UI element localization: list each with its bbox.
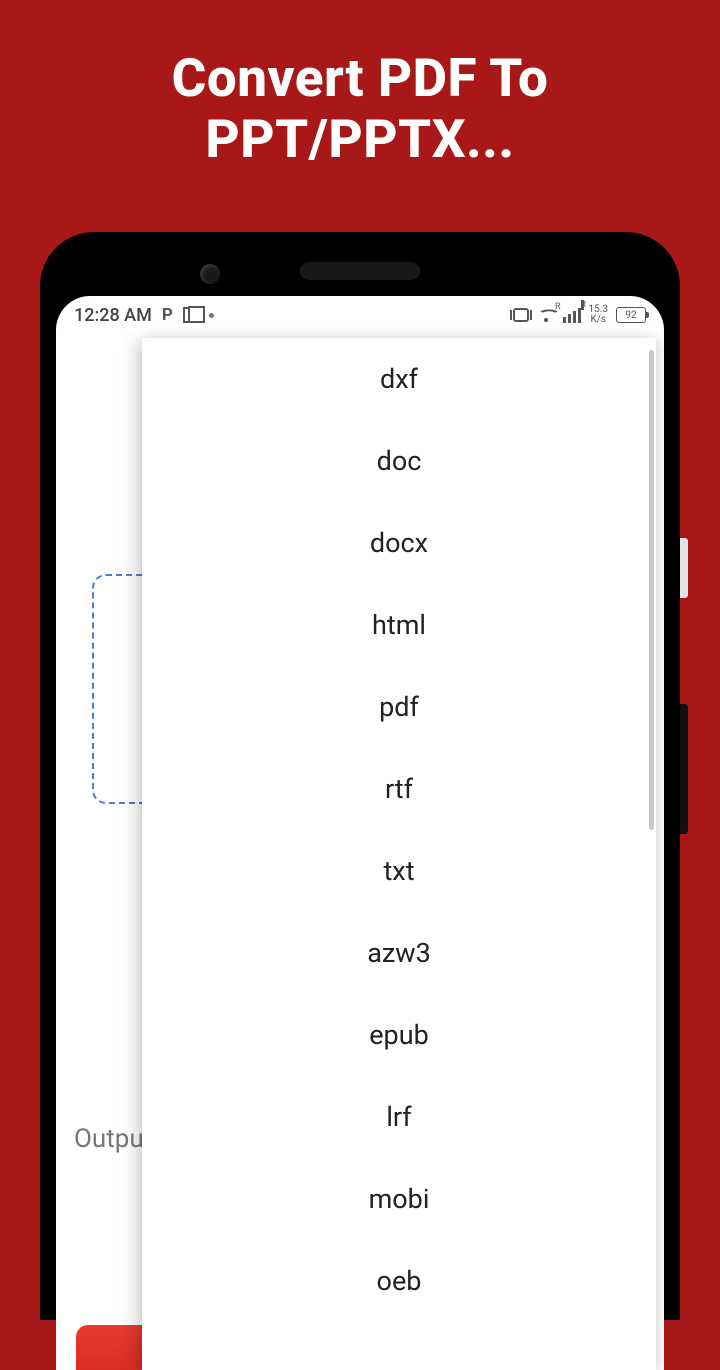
promo-headline: Convert PDF To PPT/PPTX... <box>0 0 720 170</box>
format-option-lrf[interactable]: lrf <box>142 1076 656 1158</box>
format-option-label: txt <box>383 855 414 887</box>
phone-side-button-lower <box>680 704 688 834</box>
notification-more-dot-icon <box>209 313 214 318</box>
battery-level: 92 <box>625 310 636 321</box>
format-option-label: lrf <box>386 1101 411 1133</box>
format-option-label: azw3 <box>367 937 431 969</box>
notification-app-icon <box>183 307 199 323</box>
app-content: Outpu dxf doc docx html pdf rtf txt azw3… <box>56 334 664 1370</box>
format-option-txt[interactable]: txt <box>142 830 656 912</box>
format-option-epub[interactable]: epub <box>142 994 656 1076</box>
signal-bars-icon: R <box>563 308 581 323</box>
format-option-rtf[interactable]: rtf <box>142 748 656 830</box>
format-option-doc[interactable]: doc <box>142 420 656 502</box>
format-option-mobi[interactable]: mobi <box>142 1158 656 1240</box>
format-option-label: rtf <box>385 773 413 805</box>
promo-line-2: PPT/PPTX... <box>0 109 720 170</box>
format-option-dxf[interactable]: dxf <box>142 338 656 420</box>
format-option-label: doc <box>377 445 422 477</box>
format-option-label: html <box>372 609 426 641</box>
status-bar-right: R R 15.3 K/s 92 <box>513 305 647 325</box>
phone-device-frame: 12:28 AM P R R 15.3 K/s 92 <box>40 232 680 1320</box>
network-rate: 15.3 K/s <box>589 305 609 325</box>
format-option-label: epub <box>369 1019 429 1051</box>
format-option-html[interactable]: html <box>142 584 656 666</box>
format-option-label: oeb <box>377 1265 422 1297</box>
format-option-label: docx <box>370 527 428 559</box>
output-format-label-partial: Outpu <box>74 1124 144 1154</box>
status-time: 12:28 AM <box>74 305 152 326</box>
promo-line-1: Convert PDF To <box>0 48 720 109</box>
dropdown-scrollbar[interactable] <box>649 350 654 830</box>
format-option-label: dxf <box>380 363 418 395</box>
phone-side-button-upper <box>680 538 688 598</box>
wifi-icon: R <box>537 308 555 322</box>
status-bar: 12:28 AM P R R 15.3 K/s 92 <box>56 296 664 334</box>
phone-speaker-slot <box>300 262 420 280</box>
format-option-label: pdf <box>379 691 419 723</box>
format-option-oeb[interactable]: oeb <box>142 1240 656 1322</box>
vibrate-icon <box>513 308 529 322</box>
format-dropdown-menu[interactable]: dxf doc docx html pdf rtf txt azw3 epub … <box>142 338 656 1370</box>
phone-camera-dot <box>200 264 220 284</box>
format-option-azw3[interactable]: azw3 <box>142 912 656 994</box>
format-option-docx[interactable]: docx <box>142 502 656 584</box>
format-option-pdf[interactable]: pdf <box>142 666 656 748</box>
notification-p-icon: P <box>162 305 173 325</box>
file-dropzone-edge <box>92 574 142 804</box>
format-option-label: mobi <box>369 1183 430 1215</box>
phone-screen: 12:28 AM P R R 15.3 K/s 92 <box>56 296 664 1370</box>
battery-icon: 92 <box>616 307 646 323</box>
status-bar-left: 12:28 AM P <box>74 305 214 326</box>
